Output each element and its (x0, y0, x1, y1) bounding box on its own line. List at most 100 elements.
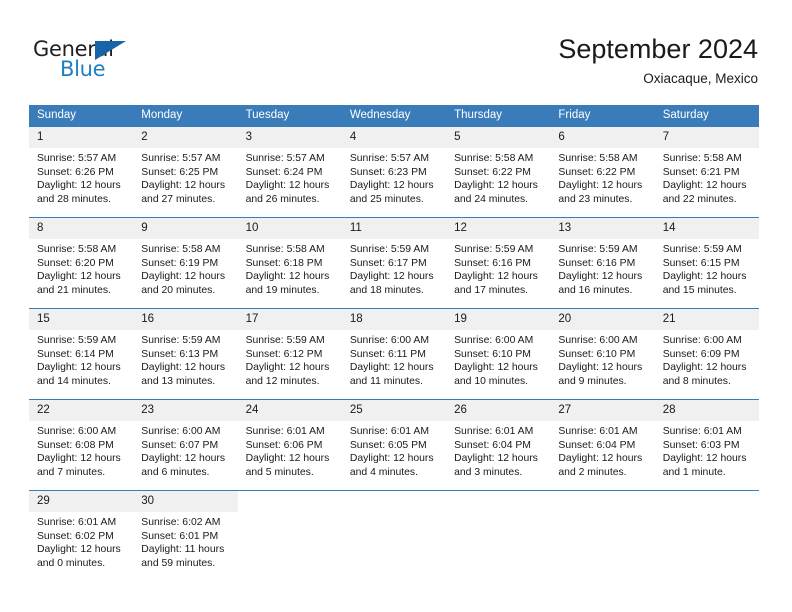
page-subtitle: Oxiacaque, Mexico (643, 71, 758, 86)
daylight-text-line2: and 26 minutes. (245, 193, 320, 205)
day-details: Sunrise: 6:00 AM Sunset: 6:11 PM Dayligh… (342, 330, 446, 388)
day-cell[interactable]: 28 Sunrise: 6:01 AM Sunset: 6:03 PM Dayl… (654, 399, 759, 491)
sunset-text: Sunset: 6:08 PM (37, 439, 114, 451)
sunset-text: Sunset: 6:23 PM (349, 166, 427, 178)
day-number: 10 (237, 218, 342, 239)
day-cell[interactable]: 5 Sunrise: 5:58 AM Sunset: 6:22 PM Dayli… (446, 127, 551, 218)
daylight-text-line2: and 0 minutes. (37, 557, 106, 569)
day-cell[interactable]: 4 Sunrise: 5:57 AM Sunset: 6:23 PM Dayli… (341, 127, 447, 218)
day-cell[interactable]: 21 Sunrise: 6:00 AM Sunset: 6:09 PM Dayl… (654, 308, 759, 400)
sunrise-text: Sunrise: 5:57 AM (141, 153, 221, 164)
sunset-text: Sunset: 6:17 PM (349, 257, 427, 269)
sunset-text: Sunset: 6:21 PM (662, 166, 740, 178)
daylight-text-line2: and 24 minutes. (454, 193, 529, 205)
sunset-text: Sunset: 6:10 PM (454, 348, 531, 360)
day-details: Sunrise: 6:01 AM Sunset: 6:02 PM Dayligh… (29, 512, 133, 570)
sunrise-text: Sunrise: 6:00 AM (558, 335, 638, 346)
day-cell[interactable]: 20 Sunrise: 6:00 AM Sunset: 6:10 PM Dayl… (550, 308, 655, 400)
sunrise-text: Sunrise: 5:57 AM (245, 153, 325, 164)
day-number: 25 (341, 400, 447, 421)
daylight-text-line1: Daylight: 12 hours (454, 362, 538, 374)
daylight-text-line2: and 11 minutes. (349, 375, 424, 387)
day-cell[interactable]: 7 Sunrise: 5:58 AM Sunset: 6:21 PM Dayli… (654, 127, 759, 218)
day-cell[interactable]: 25 Sunrise: 6:01 AM Sunset: 6:05 PM Dayl… (341, 399, 447, 491)
sunset-text: Sunset: 6:11 PM (349, 348, 426, 360)
calendar-body: 1 Sunrise: 5:57 AM Sunset: 6:26 PM Dayli… (29, 127, 759, 581)
daylight-text-line2: and 13 minutes. (141, 375, 216, 387)
week-row: 1 Sunrise: 5:57 AM Sunset: 6:26 PM Dayli… (29, 127, 759, 218)
day-number: 22 (29, 400, 134, 421)
day-cell[interactable]: 19 Sunrise: 6:00 AM Sunset: 6:10 PM Dayl… (446, 308, 551, 400)
daylight-text-line1: Daylight: 12 hours (245, 362, 330, 374)
week-row: 8 Sunrise: 5:58 AM Sunset: 6:20 PM Dayli… (29, 217, 759, 309)
day-number: 8 (29, 218, 134, 239)
day-cell[interactable]: 11 Sunrise: 5:59 AM Sunset: 6:17 PM Dayl… (341, 217, 447, 309)
day-cell[interactable]: 3 Sunrise: 5:57 AM Sunset: 6:24 PM Dayli… (237, 127, 342, 218)
sunrise-text: Sunrise: 6:01 AM (558, 426, 638, 437)
day-cell[interactable]: 29 Sunrise: 6:01 AM Sunset: 6:02 PM Dayl… (29, 490, 134, 581)
day-cell[interactable]: 24 Sunrise: 6:01 AM Sunset: 6:06 PM Dayl… (237, 399, 342, 491)
sunset-text: Sunset: 6:24 PM (245, 166, 323, 178)
daylight-text-line1: Daylight: 12 hours (141, 271, 226, 283)
daylight-text-line2: and 4 minutes. (349, 466, 419, 478)
day-cell[interactable]: 26 Sunrise: 6:01 AM Sunset: 6:04 PM Dayl… (446, 399, 551, 491)
sunrise-text: Sunrise: 6:01 AM (349, 426, 429, 437)
day-details: Sunrise: 6:00 AM Sunset: 6:10 PM Dayligh… (550, 330, 654, 388)
day-number: 18 (341, 309, 447, 330)
day-cell[interactable]: 22 Sunrise: 6:00 AM Sunset: 6:08 PM Dayl… (29, 399, 134, 491)
calendar-header-row: Sunday Monday Tuesday Wednesday Thursday… (29, 105, 759, 127)
week-row: 15 Sunrise: 5:59 AM Sunset: 6:14 PM Dayl… (29, 308, 759, 400)
daylight-text-line2: and 25 minutes. (349, 193, 424, 205)
day-number (238, 491, 342, 512)
day-cell[interactable]: 10 Sunrise: 5:58 AM Sunset: 6:18 PM Dayl… (237, 217, 342, 309)
day-cell[interactable]: 18 Sunrise: 6:00 AM Sunset: 6:11 PM Dayl… (341, 308, 447, 400)
day-number (446, 491, 550, 512)
day-cell[interactable]: 2 Sunrise: 5:57 AM Sunset: 6:25 PM Dayli… (133, 127, 238, 218)
daylight-text-line1: Daylight: 12 hours (349, 180, 434, 192)
day-cell[interactable]: 30 Sunrise: 6:02 AM Sunset: 6:01 PM Dayl… (133, 490, 238, 581)
sunrise-text: Sunrise: 6:01 AM (245, 426, 325, 437)
day-details: Sunrise: 6:00 AM Sunset: 6:10 PM Dayligh… (446, 330, 550, 388)
day-number: 12 (446, 218, 551, 239)
day-number: 4 (341, 127, 447, 148)
day-details: Sunrise: 5:58 AM Sunset: 6:22 PM Dayligh… (446, 148, 550, 206)
day-cell[interactable]: 8 Sunrise: 5:58 AM Sunset: 6:20 PM Dayli… (29, 217, 134, 309)
day-cell[interactable]: 1 Sunrise: 5:57 AM Sunset: 6:26 PM Dayli… (29, 127, 134, 218)
daylight-text-line1: Daylight: 12 hours (141, 453, 226, 465)
day-number: 14 (654, 218, 759, 239)
day-cell[interactable]: 23 Sunrise: 6:00 AM Sunset: 6:07 PM Dayl… (133, 399, 238, 491)
day-details: Sunrise: 5:59 AM Sunset: 6:15 PM Dayligh… (655, 239, 759, 297)
day-cell[interactable]: 15 Sunrise: 5:59 AM Sunset: 6:14 PM Dayl… (29, 308, 134, 400)
daylight-text-line2: and 20 minutes. (141, 284, 216, 296)
day-cell[interactable]: 9 Sunrise: 5:58 AM Sunset: 6:19 PM Dayli… (133, 217, 238, 309)
day-cell[interactable]: 16 Sunrise: 5:59 AM Sunset: 6:13 PM Dayl… (133, 308, 238, 400)
day-details: Sunrise: 5:59 AM Sunset: 6:12 PM Dayligh… (238, 330, 342, 388)
sunrise-text: Sunrise: 5:58 AM (141, 244, 221, 255)
day-cell-empty (237, 490, 342, 581)
day-cell[interactable]: 6 Sunrise: 5:58 AM Sunset: 6:22 PM Dayli… (550, 127, 655, 218)
day-cell-empty (550, 490, 655, 581)
sunrise-text: Sunrise: 5:59 AM (454, 244, 534, 255)
day-number: 28 (654, 400, 759, 421)
day-cell[interactable]: 13 Sunrise: 5:59 AM Sunset: 6:16 PM Dayl… (550, 217, 655, 309)
page-title: September 2024 (558, 34, 758, 64)
day-number: 9 (133, 218, 238, 239)
sunset-text: Sunset: 6:14 PM (37, 348, 114, 360)
daylight-text-line1: Daylight: 12 hours (662, 362, 747, 374)
day-cell[interactable]: 14 Sunrise: 5:59 AM Sunset: 6:15 PM Dayl… (654, 217, 759, 309)
daylight-text-line1: Daylight: 12 hours (37, 544, 121, 556)
day-cell[interactable]: 27 Sunrise: 6:01 AM Sunset: 6:04 PM Dayl… (550, 399, 655, 491)
sunset-text: Sunset: 6:03 PM (662, 439, 740, 451)
daylight-text-line2: and 12 minutes. (245, 375, 320, 387)
day-cell[interactable]: 17 Sunrise: 5:59 AM Sunset: 6:12 PM Dayl… (237, 308, 342, 400)
day-number (655, 491, 759, 512)
day-details: Sunrise: 6:01 AM Sunset: 6:03 PM Dayligh… (655, 421, 759, 479)
daylight-text-line2: and 18 minutes. (349, 284, 424, 296)
day-number: 20 (550, 309, 655, 330)
generalblue-logo[interactable]: General Blue (33, 38, 153, 82)
day-cell[interactable]: 12 Sunrise: 5:59 AM Sunset: 6:16 PM Dayl… (446, 217, 551, 309)
day-details: Sunrise: 5:59 AM Sunset: 6:16 PM Dayligh… (550, 239, 654, 297)
weekday-header-tuesday: Tuesday (237, 105, 342, 127)
day-details: Sunrise: 6:01 AM Sunset: 6:05 PM Dayligh… (342, 421, 446, 479)
day-cell-empty (446, 490, 551, 581)
